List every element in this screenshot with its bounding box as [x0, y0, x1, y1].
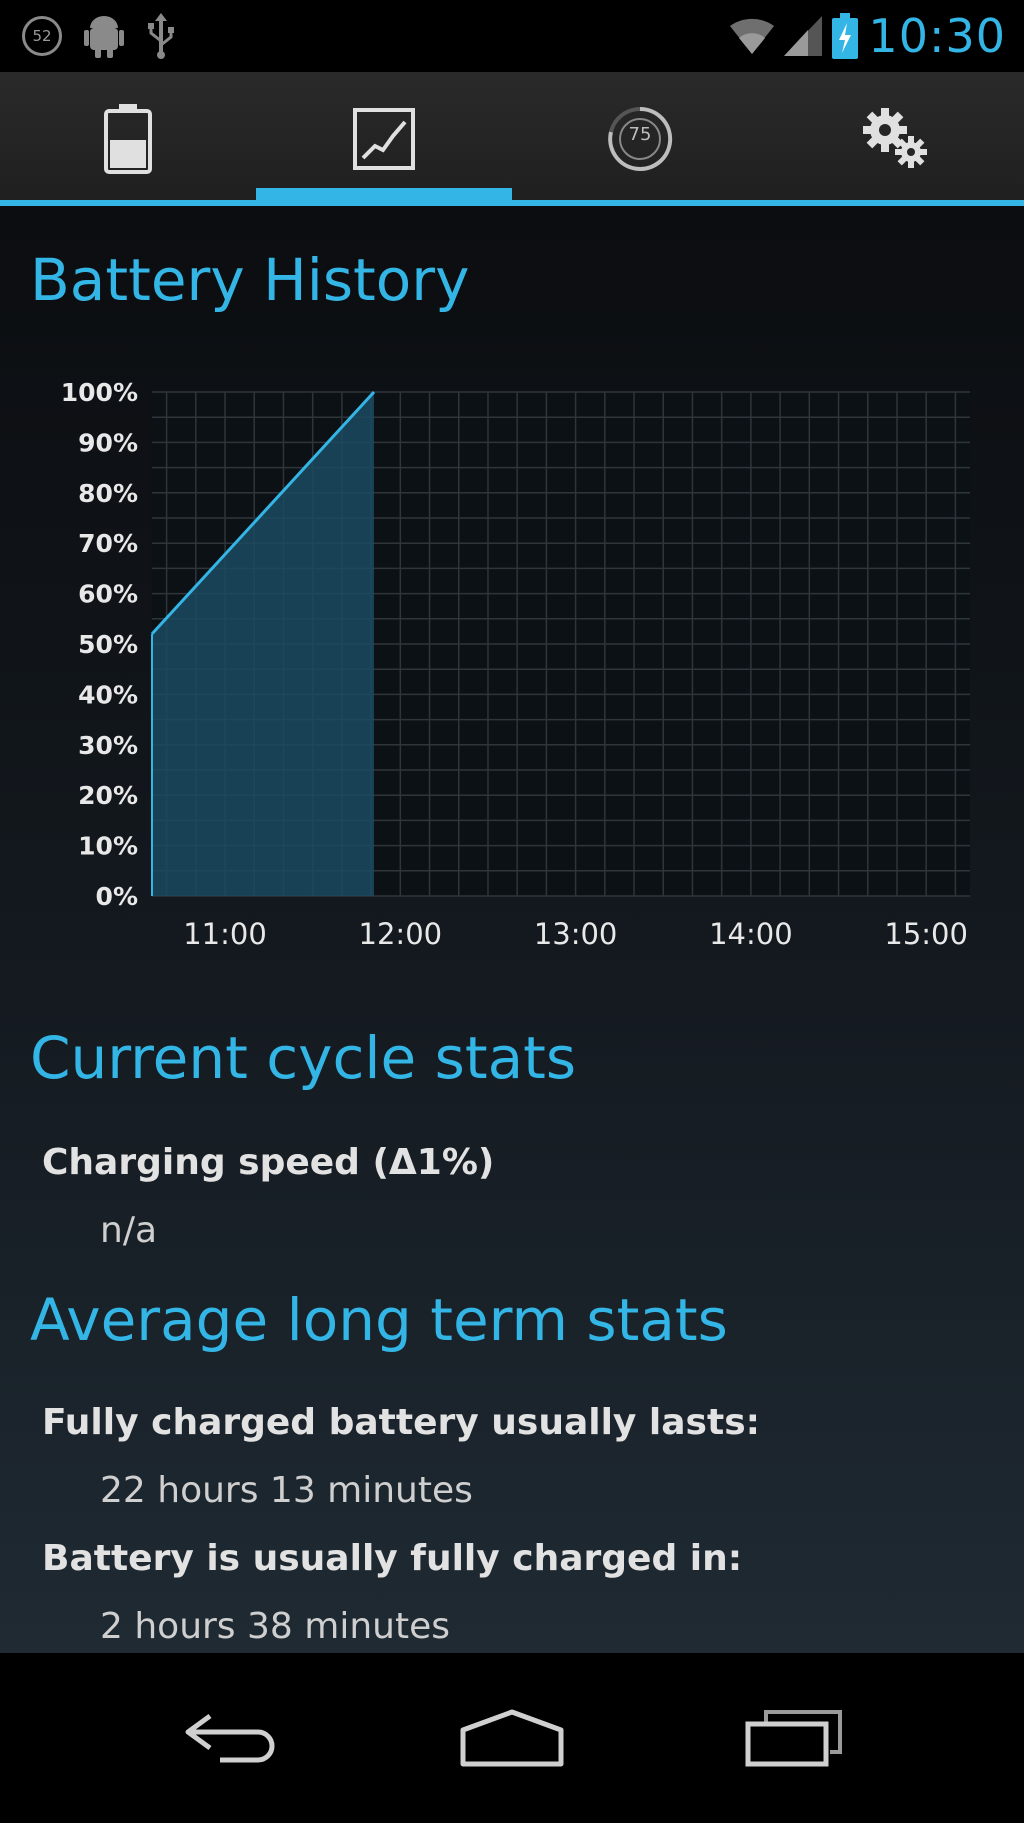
notification-count: 52	[32, 27, 52, 45]
selected-tab-indicator	[256, 188, 512, 200]
tab-history[interactable]	[256, 72, 512, 206]
tab-battery[interactable]	[0, 72, 256, 206]
content-area[interactable]: Battery History 0% 10% 20% 30% 40% 50% 60% 70% 8…	[0, 206, 1024, 1653]
navigation-bar	[0, 1653, 1024, 1823]
tab-timer[interactable]: 75	[512, 72, 768, 206]
battery-charging-icon	[832, 13, 859, 59]
system-status-icons: 10:30	[730, 8, 1006, 64]
x-tick-label: 11:00	[183, 917, 267, 951]
current-cycle-title: Current cycle stats	[30, 1024, 577, 1092]
timer-label: 75	[628, 124, 652, 145]
y-tick-label: 70%	[78, 529, 138, 558]
usually-lasts-value: 22 hours 13 minutes	[100, 1470, 473, 1511]
notification-icons: 52	[22, 10, 176, 62]
charging-speed-value: n/a	[100, 1210, 158, 1251]
y-tick-label: 90%	[78, 428, 138, 457]
fully-charged-label: Battery is usually fully charged in:	[42, 1538, 743, 1579]
usb-icon	[148, 13, 174, 59]
y-tick-label: 30%	[78, 731, 138, 760]
back-icon	[185, 1713, 275, 1763]
clock: 10:30	[868, 9, 1006, 63]
y-tick-label: 100%	[61, 378, 138, 407]
x-tick-label: 15:00	[884, 917, 968, 951]
recent-apps-button[interactable]	[694, 1653, 894, 1823]
home-icon	[460, 1709, 564, 1767]
android-icon	[84, 16, 124, 58]
y-tick-label: 0%	[96, 882, 138, 911]
back-button[interactable]	[130, 1653, 330, 1823]
y-tick-label: 60%	[78, 580, 138, 609]
y-tick-label: 20%	[78, 781, 138, 810]
y-tick-label: 10%	[78, 832, 138, 861]
y-tick-label: 50%	[78, 630, 138, 659]
fully-charged-value: 2 hours 38 minutes	[100, 1606, 450, 1647]
recent-apps-icon	[745, 1710, 842, 1767]
x-tick-label: 14:00	[709, 917, 793, 951]
y-tick-label: 80%	[78, 479, 138, 508]
home-button[interactable]	[412, 1653, 612, 1823]
battery-icon	[104, 104, 152, 174]
signal-icon	[784, 16, 823, 56]
battery-history-chart: 0% 10% 20% 30% 40% 50% 60% 70% 80% 90% 100% 11:00 12…	[61, 378, 970, 951]
charging-speed-label: Charging speed (Δ1%)	[42, 1142, 495, 1183]
settings-icon	[863, 108, 927, 168]
x-tick-label: 12:00	[359, 917, 443, 951]
long-term-title: Average long term stats	[30, 1286, 728, 1354]
tab-settings[interactable]	[768, 72, 1024, 206]
x-tick-label: 13:00	[534, 917, 618, 951]
y-tick-label: 40%	[78, 680, 138, 709]
notification-count-icon: 52	[22, 16, 62, 56]
chart-icon	[353, 108, 415, 170]
usually-lasts-label: Fully charged battery usually lasts:	[42, 1402, 761, 1443]
tab-bar: 75	[0, 72, 1024, 206]
wifi-icon	[730, 18, 775, 55]
status-bar: 52 10:30	[0, 0, 1024, 72]
